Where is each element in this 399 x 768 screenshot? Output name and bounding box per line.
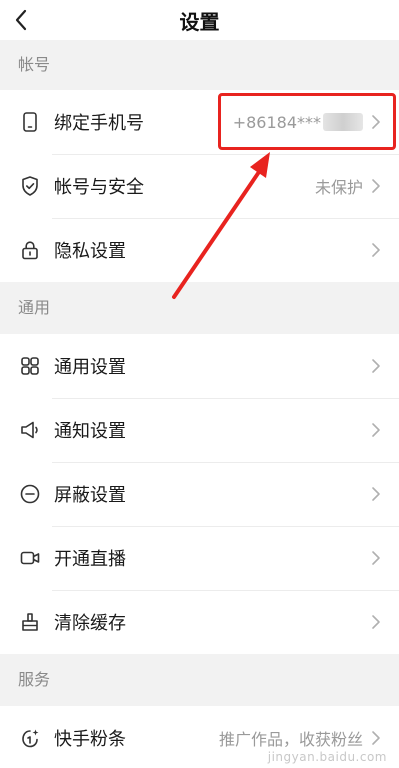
section-label-service: 服务 [0,654,399,706]
security-status-value: 未保护 [314,178,363,197]
row-label: 清除缓存 [54,613,126,634]
broom-icon [19,611,41,633]
nav-header: 设置 [0,0,399,40]
row-start-live[interactable]: 开通直播 [0,526,399,590]
row-label: 绑定手机号 [54,113,144,134]
chevron-right-icon [371,730,385,746]
row-general-settings[interactable]: 通用设置 [0,334,399,398]
phone-number-value: +86184*** [233,113,363,132]
shield-check-icon [19,175,41,197]
lock-icon [19,239,41,261]
minus-circle-icon [19,483,41,505]
chevron-right-icon [371,178,385,194]
row-notification-settings[interactable]: 通知设置 [0,398,399,462]
watermark: jingyan.baidu.com [267,750,387,764]
chevron-right-icon [371,114,385,130]
section-label-general: 通用 [0,282,399,334]
row-label: 帐号与安全 [54,177,144,198]
chevron-right-icon [371,242,385,258]
general-group: 通用设置 通知设置 屏蔽设置 开通直播 清除缓存 [0,334,399,654]
row-bind-phone[interactable]: 绑定手机号 +86184*** [0,90,399,154]
redacted-blur [323,113,363,131]
video-camera-icon [19,547,41,569]
phone-icon [19,111,41,133]
account-group: 绑定手机号 +86184*** 帐号与安全 未保护 隐私设置 [0,90,399,282]
chevron-right-icon [371,614,385,630]
row-label: 开通直播 [54,549,126,570]
sparkle-flame-icon [19,727,41,749]
row-label: 通知设置 [54,421,126,442]
row-label: 快手粉条 [54,729,126,750]
grid-icon [19,355,41,377]
speaker-icon [19,419,41,441]
chevron-left-icon [15,9,27,31]
back-button[interactable] [8,6,34,34]
section-label-account: 帐号 [0,40,399,90]
row-privacy-settings[interactable]: 隐私设置 [0,218,399,282]
row-label: 隐私设置 [54,241,126,262]
phone-number-text: +86184*** [232,112,321,132]
row-label: 屏蔽设置 [54,485,126,506]
fans-description-value: 推广作品，收获粉丝 [218,730,363,749]
chevron-right-icon [371,422,385,438]
chevron-right-icon [371,358,385,374]
chevron-right-icon [371,550,385,566]
row-clear-cache[interactable]: 清除缓存 [0,590,399,654]
row-account-security[interactable]: 帐号与安全 未保护 [0,154,399,218]
row-label: 通用设置 [54,357,126,378]
page-title: 设置 [179,9,220,34]
chevron-right-icon [371,486,385,502]
row-block-settings[interactable]: 屏蔽设置 [0,462,399,526]
